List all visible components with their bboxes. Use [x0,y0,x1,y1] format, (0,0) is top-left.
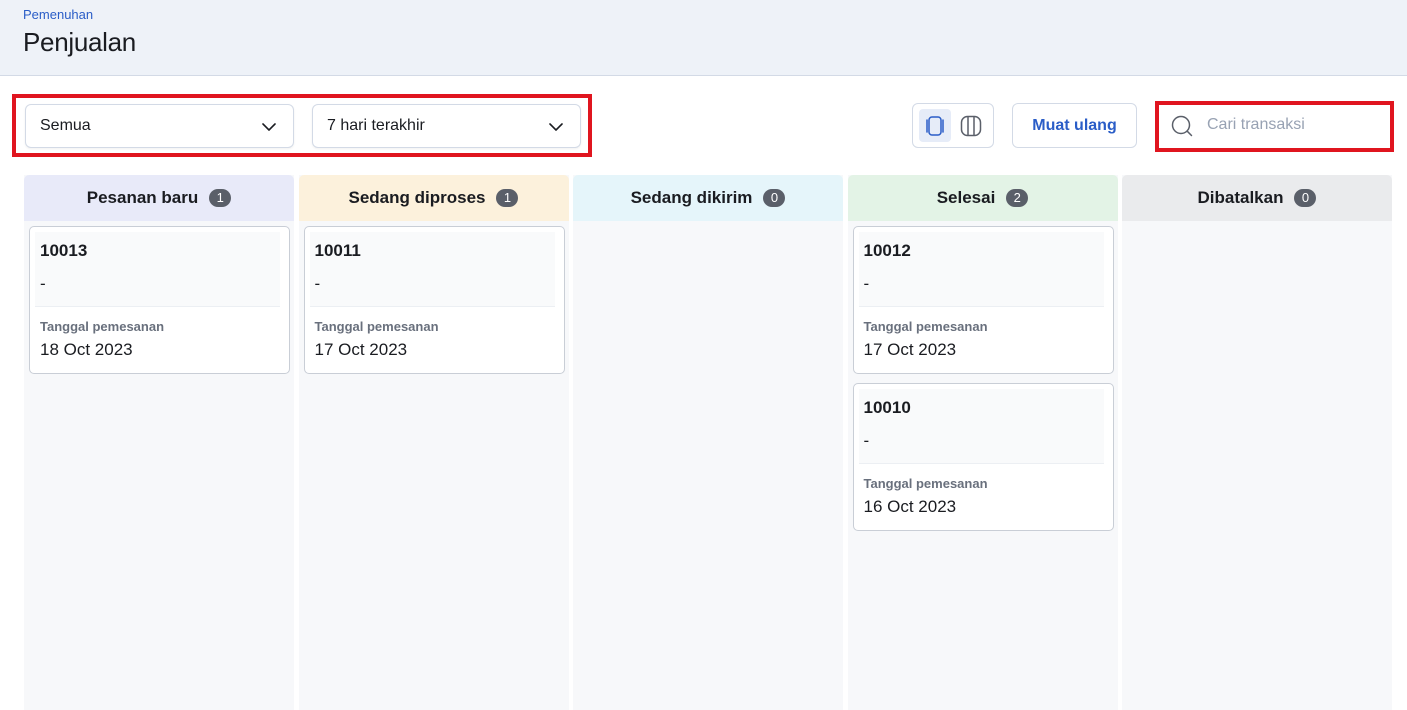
column-count-badge: 1 [209,189,232,207]
column-title: Sedang diproses [348,188,486,207]
column-header: Selesai 2 [847,175,1118,221]
column-title: Dibatalkan [1197,188,1284,207]
kanban-view-button[interactable] [919,109,951,142]
search-box [1159,103,1390,148]
order-date: 17 Oct 2023 [314,340,408,359]
column-dibatalkan: Dibatalkan 0 [1122,175,1392,710]
kanban-view-icon [926,115,944,136]
column-sedang-dikirim: Sedang dikirim 0 [573,175,843,710]
page-title: Penjualan [23,27,136,57]
date-range-select[interactable]: 7 hari terakhir [312,104,581,148]
toolbar: Semua 7 hari terakhir Muat ulang [0,76,1407,172]
column-count-badge: 1 [496,189,519,207]
chevron-down-icon [549,123,563,131]
column-count-badge: 0 [1294,189,1317,207]
order-date-label: Tanggal pemesanan [40,319,165,334]
column-header: Dibatalkan 0 [1122,175,1392,221]
kanban-board: Pesanan baru 1 10013 - Tanggal pemesanan… [24,175,1392,710]
order-card[interactable]: 10010 - Tanggal pemesanan 16 Oct 2023 [852,383,1114,531]
order-subtitle: - [863,274,870,293]
column-pesanan-baru: Pesanan baru 1 10013 - Tanggal pemesanan… [24,175,294,710]
search-icon [1171,115,1193,137]
order-id: 10011 [314,241,361,260]
order-subtitle: - [40,274,46,293]
column-header: Pesanan baru 1 [24,175,294,221]
breadcrumb-link[interactable]: Pemenuhan [23,7,93,22]
status-filter-select[interactable]: Semua [25,104,294,148]
column-title: Sedang dikirim [630,188,753,207]
column-count-badge: 0 [763,189,786,207]
order-date: 16 Oct 2023 [863,497,957,516]
order-date-label: Tanggal pemesanan [863,476,988,491]
order-card[interactable]: 10011 - Tanggal pemesanan 17 Oct 2023 [303,226,565,374]
order-card[interactable]: 10012 - Tanggal pemesanan 17 Oct 2023 [852,226,1114,374]
order-id: 10013 [40,241,88,260]
columns-view-icon [960,115,982,136]
column-sedang-diproses: Sedang diproses 1 10011 - Tanggal pemesa… [298,175,569,710]
order-date: 18 Oct 2023 [40,340,133,359]
order-date-label: Tanggal pemesanan [863,319,988,334]
order-date-label: Tanggal pemesanan [314,319,439,334]
view-toggle-group [912,103,994,148]
date-range-value: 7 hari terakhir [327,117,425,134]
column-title: Pesanan baru [86,188,199,207]
column-count-badge: 2 [1006,189,1029,207]
column-header: Sedang dikirim 0 [573,175,843,221]
order-id: 10010 [863,398,911,417]
reload-button[interactable]: Muat ulang [1012,103,1137,148]
page-header: Pemenuhan Penjualan [0,0,1407,76]
status-filter-value: Semua [40,117,91,134]
order-card[interactable]: 10013 - Tanggal pemesanan 18 Oct 2023 [29,226,290,374]
order-subtitle: - [863,431,870,450]
columns-view-button[interactable] [955,109,987,142]
order-date: 17 Oct 2023 [863,340,957,359]
column-header: Sedang diproses 1 [298,175,569,221]
order-subtitle: - [314,274,321,293]
column-title: Selesai [936,188,996,207]
order-id: 10012 [863,241,911,260]
column-selesai: Selesai 2 10012 - Tanggal pemesanan 17 O… [847,175,1118,710]
chevron-down-icon [262,123,276,131]
search-input[interactable] [1207,111,1377,139]
